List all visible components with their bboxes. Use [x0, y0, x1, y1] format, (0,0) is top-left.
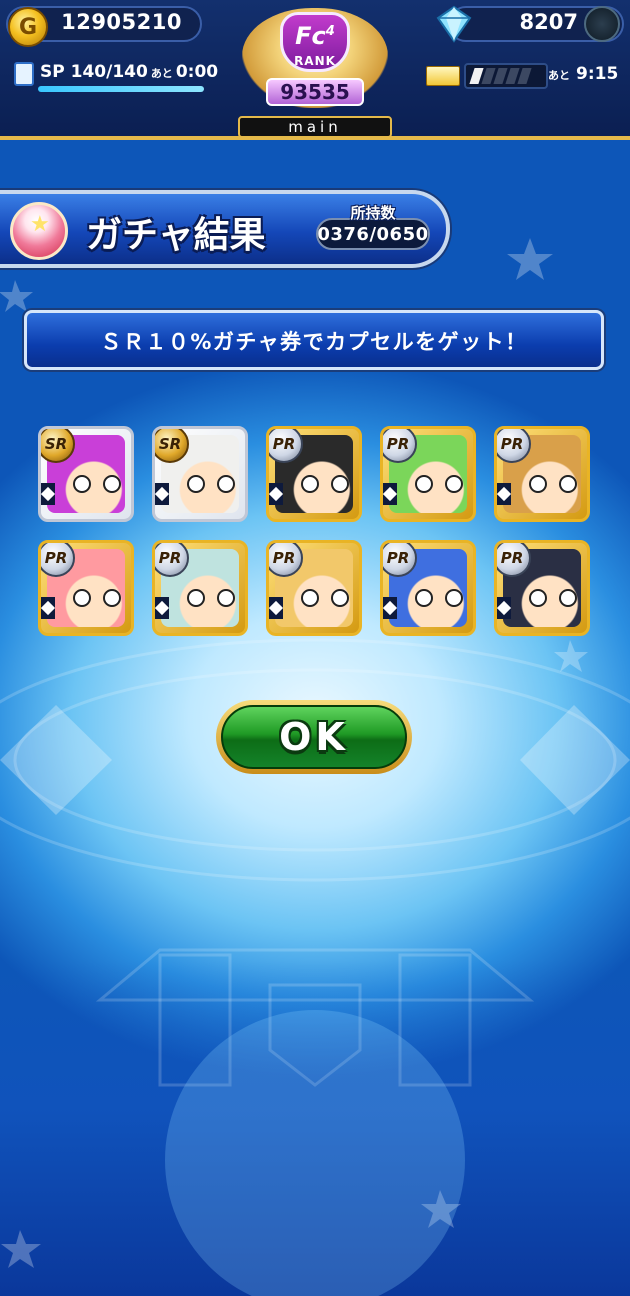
ok-button-label: OK [279, 715, 349, 759]
character-eyes [73, 589, 121, 607]
character-eyes [415, 589, 463, 607]
diamond-mark [383, 486, 398, 502]
character-eyes [529, 589, 577, 607]
diamond-mark [155, 600, 170, 616]
diamond-mark [497, 486, 512, 502]
character-card[interactable]: PR [152, 540, 248, 636]
character-eyes [415, 475, 463, 493]
element-diamond-icon [41, 597, 56, 619]
character-card[interactable]: PR [266, 540, 362, 636]
element-diamond-icon [155, 483, 170, 505]
element-diamond-icon [41, 483, 56, 505]
character-eyes [529, 475, 577, 493]
diamond-mark [41, 486, 56, 502]
character-eyes [187, 589, 235, 607]
character-card[interactable]: PR [380, 540, 476, 636]
character-card[interactable]: PR [380, 426, 476, 522]
character-card[interactable]: PR [494, 426, 590, 522]
character-card[interactable]: PR [38, 540, 134, 636]
character-card[interactable]: SR [38, 426, 134, 522]
element-diamond-icon [155, 597, 170, 619]
element-diamond-icon [269, 483, 284, 505]
character-eyes [187, 475, 235, 493]
diamond-mark [383, 600, 398, 616]
ok-button[interactable]: OK [216, 700, 412, 774]
character-eyes [73, 475, 121, 493]
character-card[interactable]: PR [494, 540, 590, 636]
element-diamond-icon [497, 597, 512, 619]
character-eyes [301, 589, 349, 607]
result-card-grid: SR SR PR PR PR PR PR PR PR PR [0, 0, 630, 1296]
diamond-mark [497, 600, 512, 616]
diamond-mark [155, 486, 170, 502]
ok-button-face: OK [221, 705, 407, 769]
diamond-mark [41, 600, 56, 616]
element-diamond-icon [269, 597, 284, 619]
element-diamond-icon [383, 597, 398, 619]
character-eyes [301, 475, 349, 493]
character-card[interactable]: PR [266, 426, 362, 522]
diamond-mark [269, 486, 284, 502]
character-card[interactable]: SR [152, 426, 248, 522]
element-diamond-icon [497, 483, 512, 505]
element-diamond-icon [383, 483, 398, 505]
diamond-mark [269, 600, 284, 616]
